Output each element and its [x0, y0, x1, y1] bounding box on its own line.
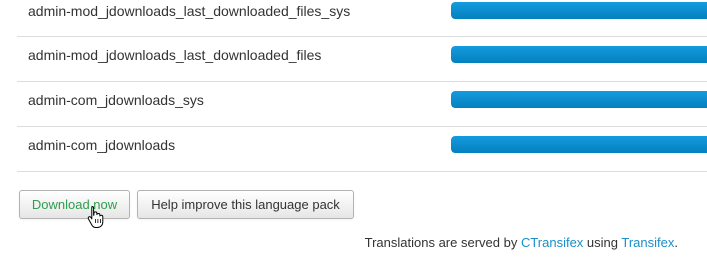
- progress-bar: [451, 46, 707, 63]
- progress-bar-fill: [451, 2, 707, 19]
- language-pack-page: admin-mod_jdownloads_last_downloaded_fil…: [0, 0, 707, 279]
- file-name: admin-com_jdownloads_sys: [28, 92, 204, 108]
- language-files-table: admin-mod_jdownloads_last_downloaded_fil…: [17, 0, 707, 172]
- progress-bar-fill: [451, 46, 707, 63]
- help-improve-button[interactable]: Help improve this language pack: [137, 190, 354, 219]
- footer-credits: Translations are served by CTransifex us…: [365, 235, 678, 250]
- table-row: admin-mod_jdownloads_last_downloaded_fil…: [17, 0, 707, 37]
- table-row: admin-com_jdownloads_sys: [17, 82, 707, 127]
- table-row: admin-com_jdownloads: [17, 127, 707, 172]
- download-now-button[interactable]: Download now: [19, 190, 130, 219]
- progress-bar: [451, 136, 707, 153]
- footer-suffix: .: [674, 235, 678, 250]
- file-name: admin-mod_jdownloads_last_downloaded_fil…: [28, 47, 322, 63]
- progress-bar-fill: [451, 136, 707, 153]
- table-row: admin-mod_jdownloads_last_downloaded_fil…: [17, 37, 707, 82]
- progress-bar: [451, 2, 707, 19]
- progress-bar-fill: [451, 91, 707, 108]
- ctransifex-link[interactable]: CTransifex: [521, 235, 583, 250]
- action-buttons: Download now Help improve this language …: [19, 190, 354, 219]
- transifex-link[interactable]: Transifex: [621, 235, 674, 250]
- progress-bar: [451, 91, 707, 108]
- footer-prefix: Translations are served by: [364, 235, 521, 250]
- footer-middle: using: [583, 235, 622, 250]
- file-name: admin-mod_jdownloads_last_downloaded_fil…: [28, 3, 351, 19]
- file-name: admin-com_jdownloads: [28, 137, 176, 153]
